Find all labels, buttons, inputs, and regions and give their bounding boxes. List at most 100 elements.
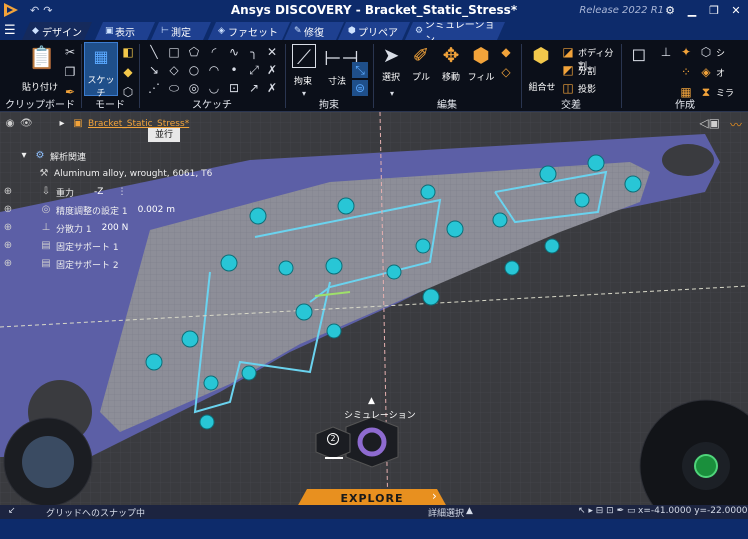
- point-icon[interactable]: •: [226, 62, 242, 78]
- pull-button[interactable]: プル: [406, 70, 436, 83]
- tangent-line-icon[interactable]: ↘: [146, 62, 162, 78]
- pattern-icon[interactable]: ⁘: [678, 64, 694, 80]
- ellipse-icon[interactable]: ⬭: [166, 80, 182, 96]
- split-button[interactable]: 分割: [578, 64, 618, 77]
- constraint-icon[interactable]: ⟋: [292, 44, 316, 69]
- paste-icon[interactable]: 📋: [28, 46, 55, 72]
- paste-button[interactable]: 貼り付け: [20, 80, 60, 93]
- trim-icon[interactable]: ✕: [264, 44, 280, 60]
- extend-icon[interactable]: ✗: [264, 80, 280, 96]
- close-button[interactable]: ✕: [730, 4, 742, 17]
- target-icon[interactable]: ⊕: [2, 258, 14, 270]
- polygon-icon[interactable]: ⬠: [186, 44, 202, 60]
- eye-icon[interactable]: 👁: [20, 118, 33, 130]
- target-icon[interactable]: ⊕: [2, 240, 14, 252]
- fillet-icon[interactable]: ╮: [246, 44, 262, 60]
- selection-filter-icons[interactable]: ↖ ▸ ⊟ ⊡ ✒ ▭: [578, 506, 636, 516]
- pull-icon[interactable]: ✐: [410, 44, 432, 66]
- split-body-icon[interactable]: ◪: [560, 44, 576, 60]
- constraint-display-icon[interactable]: ⊜: [352, 80, 368, 96]
- tab-design[interactable]: ◆ デザイン: [22, 22, 92, 40]
- simulation-hex[interactable]: [345, 416, 399, 468]
- tab-repair[interactable]: ✎ 修復: [284, 22, 344, 40]
- combine-icon[interactable]: ⬢: [530, 44, 552, 66]
- rectangle-icon[interactable]: □: [166, 44, 182, 60]
- sweep-arc-icon[interactable]: ◡: [206, 80, 222, 96]
- section-mode-icon[interactable]: ◧: [120, 44, 136, 60]
- chevron-right-icon[interactable]: ›: [432, 489, 437, 503]
- circle-icon[interactable]: ○: [186, 62, 202, 78]
- view-orient-icon[interactable]: ◁▣: [699, 116, 720, 130]
- split-curve-icon[interactable]: ✗: [264, 62, 280, 78]
- redo-button[interactable]: ↷: [43, 4, 52, 17]
- tree-material-row[interactable]: ⚒ Aluminum alloy, wrought, 6061, T6: [38, 166, 213, 182]
- face-curve-icon[interactable]: ⊡: [226, 80, 242, 96]
- fill-button[interactable]: フィル: [466, 70, 496, 83]
- visibility-icon[interactable]: ◉: [4, 118, 16, 130]
- sketch-mode-button[interactable]: ▦ スケッチ: [84, 42, 118, 99]
- split-icon[interactable]: ◩: [560, 62, 576, 78]
- construction-line-icon[interactable]: ⋰: [146, 80, 162, 96]
- target-icon[interactable]: ⊕: [2, 204, 14, 216]
- more-icon[interactable]: ⋮: [117, 187, 126, 197]
- solid-mode-icon[interactable]: ◆: [120, 64, 136, 80]
- plane-icon[interactable]: ◻: [628, 44, 650, 66]
- three-point-arc-icon[interactable]: ◠: [206, 62, 222, 78]
- move-button[interactable]: 移動: [436, 70, 466, 83]
- undo-button[interactable]: ↶: [30, 4, 39, 17]
- dimension-button[interactable]: 寸法: [322, 74, 352, 87]
- expand-icon[interactable]: ▸: [56, 118, 68, 130]
- spline-icon[interactable]: ∿: [226, 44, 242, 60]
- chart-icon[interactable]: 〰: [730, 116, 742, 133]
- target-icon[interactable]: ⊕: [2, 222, 14, 234]
- shell-icon[interactable]: ⬡: [698, 44, 714, 60]
- select-button[interactable]: 選択: [376, 70, 406, 83]
- tab-prepare[interactable]: ⬢ プリペア: [338, 22, 410, 40]
- force-value[interactable]: 200 N: [102, 223, 129, 233]
- minimize-button[interactable]: ▁: [686, 4, 698, 17]
- offset-create-icon[interactable]: ◈: [698, 64, 714, 80]
- dimension-icon[interactable]: ⊢⊣: [324, 46, 359, 70]
- power-button[interactable]: [694, 454, 718, 478]
- chevron-up-icon[interactable]: ▲: [466, 506, 473, 516]
- menu-icon[interactable]: ☰: [4, 23, 16, 38]
- tree-refinement-row[interactable]: ⊕ ◎ 精度調整の設定 1 0.002 m: [2, 202, 175, 218]
- project-button[interactable]: 投影: [578, 82, 618, 95]
- snap-toggle-icon[interactable]: ↙: [8, 506, 16, 516]
- project-icon[interactable]: ◫: [560, 80, 576, 96]
- navigator-center[interactable]: [22, 436, 74, 488]
- cut-icon[interactable]: ✂: [62, 44, 78, 60]
- bend-icon[interactable]: ↗: [246, 80, 262, 96]
- detail-select-dropdown[interactable]: 詳細選択: [428, 506, 464, 519]
- expand-up-icon[interactable]: ▲: [368, 396, 375, 406]
- offset-button[interactable]: オ: [716, 66, 746, 79]
- collapse-icon[interactable]: ▾: [18, 150, 30, 162]
- tab-facet[interactable]: ◈ ファセット: [208, 22, 290, 40]
- arc-icon[interactable]: ◜: [206, 44, 222, 60]
- refinement-value[interactable]: 0.002 m: [138, 205, 175, 215]
- copy-icon[interactable]: ❐: [62, 64, 78, 80]
- help-icon[interactable]: ⚙: [664, 4, 676, 17]
- point-create-icon[interactable]: ✦: [678, 44, 694, 60]
- slot-icon[interactable]: ◎: [186, 80, 202, 96]
- tree-gravity-row[interactable]: ⊕ ⇩ 重力 -Z ⋮: [2, 184, 127, 200]
- replace-icon[interactable]: ◇: [498, 64, 514, 80]
- blend-icon[interactable]: ◆: [498, 44, 514, 60]
- 3d-viewport[interactable]: ◉ 👁 ▸ ▣ Bracket_Static_Stress* 並行 ▾ ⚙ 解析…: [0, 112, 748, 516]
- tree-support2-row[interactable]: ⊕ ▤ 固定サポート 2: [2, 256, 119, 272]
- tab-simulation[interactable]: ⚙シミュレーション: [405, 22, 505, 40]
- tab-measure[interactable]: ⊢ 測定: [151, 22, 211, 40]
- axis-icon[interactable]: ⊥: [658, 44, 674, 60]
- select-icon[interactable]: ➤: [380, 44, 402, 66]
- gravity-value[interactable]: -Z: [94, 187, 103, 197]
- rotated-rectangle-icon[interactable]: ◇: [166, 62, 182, 78]
- maximize-button[interactable]: ❐: [708, 4, 720, 17]
- constraint-toggle-icon[interactable]: ⤡: [352, 62, 368, 78]
- tree-force-row[interactable]: ⊕ ⊥ 分散力 1 200 N: [2, 220, 129, 236]
- tab-display[interactable]: ▣ 表示: [95, 22, 155, 40]
- move-icon[interactable]: ✥: [440, 44, 462, 66]
- combine-button[interactable]: 組合せ: [524, 80, 560, 93]
- tree-analysis-row[interactable]: ▾ ⚙ 解析関連: [18, 148, 86, 164]
- tree-support1-row[interactable]: ⊕ ▤ 固定サポート 1: [2, 238, 119, 254]
- target-icon[interactable]: ⊕: [2, 186, 14, 198]
